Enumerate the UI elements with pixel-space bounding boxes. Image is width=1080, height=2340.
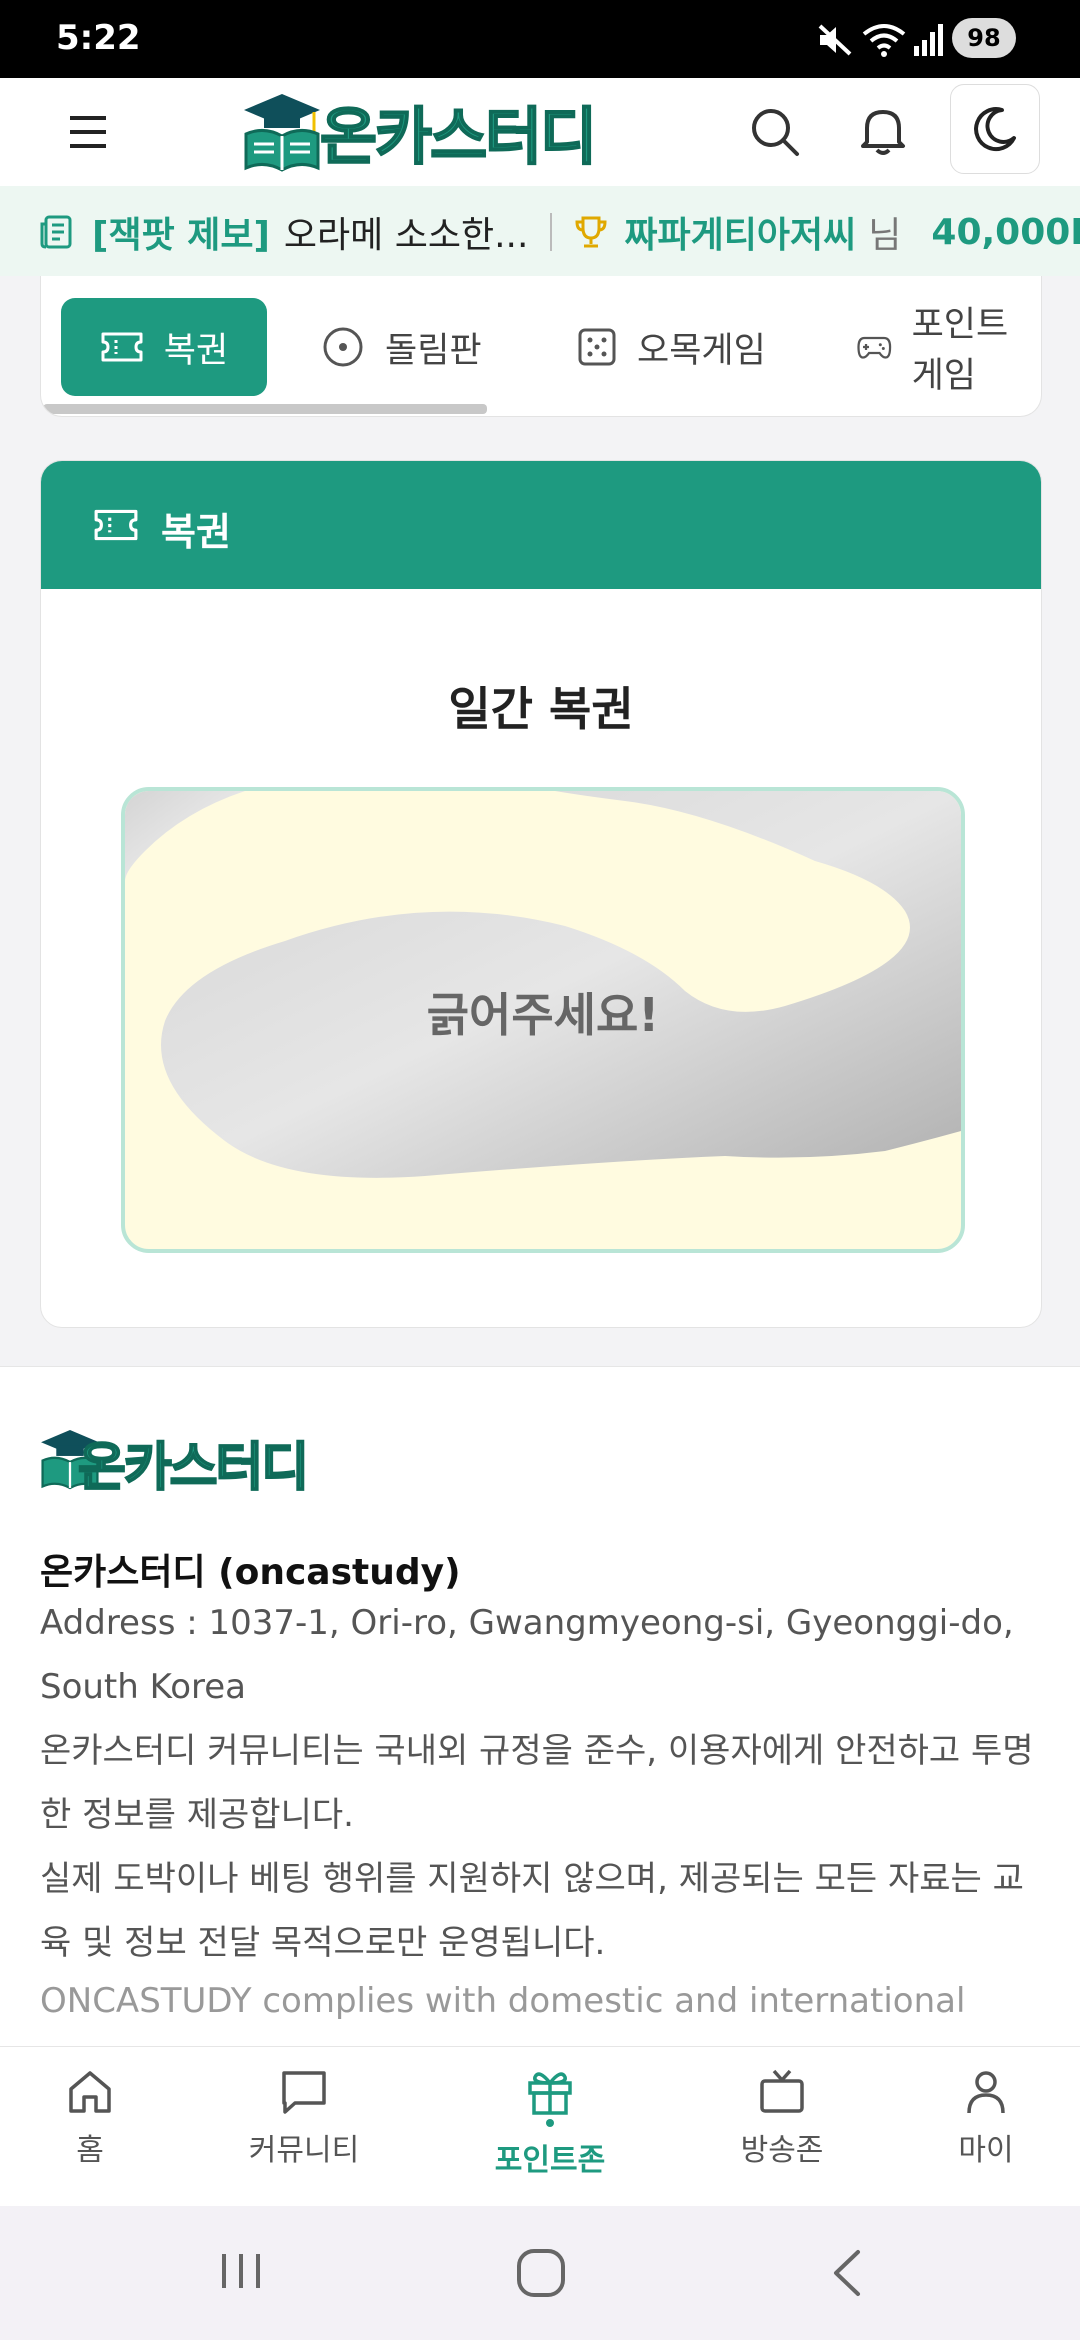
tabs-scrollbar[interactable] <box>43 404 487 414</box>
status-time: 5:22 <box>56 18 141 58</box>
dice-icon <box>578 328 616 366</box>
trophy-icon <box>575 216 607 248</box>
news-icon <box>40 215 72 249</box>
tab-omok[interactable]: 오목게임 <box>577 298 766 396</box>
site-logo[interactable]: 온카스터디 <box>319 86 598 176</box>
tv-icon <box>760 2069 804 2113</box>
nav-community-label: 커뮤니티 <box>248 2133 360 2168</box>
tab-lottery[interactable]: 복권 <box>61 298 267 396</box>
recent-apps-icon[interactable] <box>214 2246 268 2296</box>
nav-home[interactable]: 홈 <box>0 2067 180 2169</box>
logo-mark-icon <box>244 94 320 172</box>
footer-logo: 온카스터디 <box>77 1437 310 1499</box>
top-header: 온카스터디 <box>0 78 1080 187</box>
home-button-icon[interactable] <box>514 2246 568 2300</box>
footer-address: Address : 1037-1, Ori-ro, Gwangmyeong-si… <box>40 1603 1014 1707</box>
back-icon[interactable] <box>826 2246 866 2300</box>
nav-pointzone[interactable]: 포인트존 <box>460 2067 640 2179</box>
gamepad-icon <box>857 336 892 359</box>
scratch-prompt: 긁어주세요! <box>426 988 660 1042</box>
ticket-icon <box>94 509 138 541</box>
search-icon[interactable] <box>745 102 805 162</box>
footer-english-notice: ONCASTUDY complies with domestic and int… <box>40 1981 966 2021</box>
nav-pointzone-label: 포인트존 <box>494 2143 606 2178</box>
ticker-text: 오라메 소소한... <box>283 215 529 256</box>
mute-icon <box>818 24 852 56</box>
gift-icon <box>528 2072 572 2115</box>
footer-description-2: 실제 도박이나 베팅 행위를 지원하지 않으며, 제공되는 모든 자료는 교육 … <box>40 1859 1024 1963</box>
menu-icon[interactable] <box>58 106 118 158</box>
ticker-honorific: 님 <box>868 215 902 256</box>
ticket-icon <box>101 332 143 362</box>
footer-description-1: 온카스터디 커뮤니티는 국내외 규정을 준수, 이용자에게 안전하고 투명한 정… <box>40 1731 1034 1835</box>
chat-icon <box>282 2071 326 2114</box>
ticker-divider <box>550 213 553 251</box>
tab-roulette-label: 돌림판 <box>385 330 482 371</box>
ticker-user: 짜파게티아저씨 <box>624 215 857 256</box>
status-bar: 5:22 98 <box>0 0 1080 78</box>
nav-broadcast-label: 방송존 <box>740 2133 824 2168</box>
nav-my-label: 마이 <box>958 2133 1014 2168</box>
nav-my[interactable]: 마이 <box>896 2067 1076 2169</box>
footer-company-name: 온카스터디 (oncastudy) <box>40 1552 461 1593</box>
system-navigation-bar <box>0 2206 1080 2340</box>
nav-home-label: 홈 <box>76 2133 104 2168</box>
roulette-icon <box>323 327 363 367</box>
tab-lottery-label: 복권 <box>163 330 229 371</box>
wifi-icon <box>862 24 906 57</box>
signal-icon <box>914 24 943 56</box>
nav-broadcast[interactable]: 방송존 <box>692 2067 872 2169</box>
user-icon <box>967 2071 1005 2114</box>
tab-roulette[interactable]: 돌림판 <box>321 298 482 396</box>
moon-icon <box>974 107 1016 152</box>
ticker-point: 40,000P <box>931 211 1080 253</box>
active-indicator-dot <box>546 2119 554 2127</box>
site-footer: 온카스터디 온카스터디 (oncastudy) Address : 1037-1… <box>0 1366 1080 2067</box>
tab-point-game[interactable]: 포인트 게임 <box>857 298 1041 396</box>
tab-omok-label: 오목게임 <box>637 330 766 371</box>
daily-lottery-title: 일간 복권 <box>448 682 634 736</box>
jackpot-ticker[interactable]: [잭팟 제보] 오라메 소소한... 짜파게티아저씨 님 40,000P <box>0 186 1080 276</box>
scratch-card[interactable]: 긁어주세요! <box>121 787 965 1253</box>
home-icon <box>69 2071 111 2113</box>
lottery-card: 복권 일간 복권 긁어주세요! <box>40 460 1042 1328</box>
ticker-tag: [잭팟 제보] <box>92 215 270 256</box>
dark-mode-toggle[interactable] <box>950 84 1040 174</box>
bell-icon[interactable] <box>853 100 913 160</box>
lottery-header-title: 복권 <box>161 510 231 554</box>
battery-indicator: 98 <box>952 18 1016 58</box>
lottery-header: 복권 <box>41 461 1041 589</box>
tab-point-game-label: 포인트 게임 <box>911 305 1009 396</box>
nav-community[interactable]: 커뮤니티 <box>214 2067 394 2169</box>
pointzone-tabs: 복권 돌림판 오목게임 포인트 게임 <box>40 276 1042 417</box>
bottom-navigation: 홈 커뮤니티 포인트존 방송존 마이 <box>0 2046 1080 2207</box>
